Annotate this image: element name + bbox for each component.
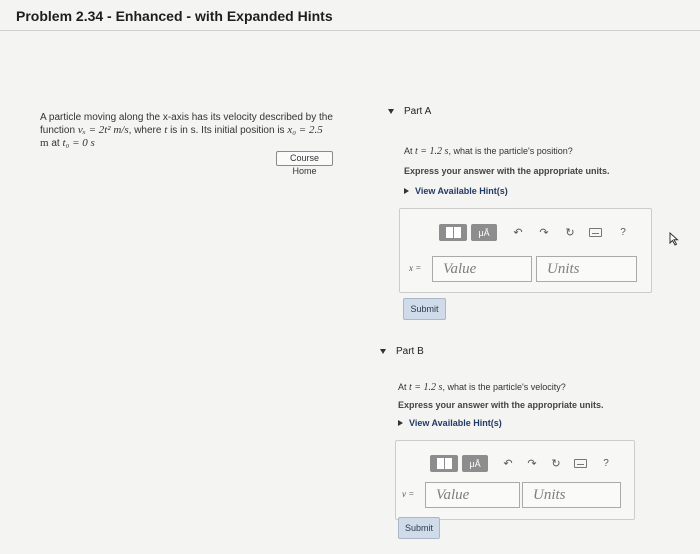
part-a-toolbar: μÅ ↶ ↷ ↻ ? <box>439 224 631 241</box>
part-a-label: Part A <box>404 106 432 117</box>
mouse-cursor-icon <box>669 232 679 246</box>
part-a-value-input[interactable] <box>432 256 532 282</box>
part-a-variable-label: x = <box>409 263 422 273</box>
reset-icon[interactable]: ↻ <box>546 457 566 470</box>
caret-down-icon <box>388 109 394 114</box>
part-a-header[interactable]: Part A <box>388 106 431 117</box>
units-button[interactable]: μÅ <box>462 455 488 472</box>
part-a-express: Express your answer with the appropriate… <box>404 166 610 176</box>
problem-line-3: m at t₀ = 0 s <box>40 137 95 149</box>
part-b-toolbar: μÅ ↶ ↷ ↻ ? <box>430 455 614 472</box>
units-button[interactable]: μÅ <box>471 224 497 241</box>
redo-icon[interactable]: ↷ <box>533 226 555 239</box>
title-divider <box>0 30 700 31</box>
redo-icon[interactable]: ↷ <box>522 457 542 470</box>
caret-right-icon <box>404 188 409 194</box>
problem-statement: A particle moving along the x-axis has i… <box>40 111 340 150</box>
initial-position: x₀ = 2.5 <box>287 124 323 136</box>
part-b-variable-label: v = <box>402 489 415 499</box>
part-b-header[interactable]: Part B <box>380 346 424 357</box>
templates-icon[interactable] <box>439 224 467 241</box>
part-b-units-input[interactable] <box>522 482 621 508</box>
caret-right-icon <box>398 420 403 426</box>
undo-icon[interactable]: ↶ <box>507 226 529 239</box>
course-home-button[interactable]: Course Home <box>276 151 333 176</box>
part-b-hints-toggle[interactable]: View Available Hint(s) <box>398 418 502 428</box>
keyboard-icon[interactable] <box>585 228 605 237</box>
problem-line-1: A particle moving along the x-axis has i… <box>40 112 333 123</box>
part-b-express: Express your answer with the appropriate… <box>398 400 604 410</box>
initial-time: t₀ = 0 s <box>62 137 95 149</box>
velocity-formula: vₓ = 2t² m/s <box>77 124 129 136</box>
part-a-hints-toggle[interactable]: View Available Hint(s) <box>404 186 508 196</box>
help-icon[interactable]: ? <box>598 458 614 469</box>
problem-line-2: function vₓ = 2t² m/s, where t is in s. … <box>40 124 323 136</box>
page-title: Problem 2.34 - Enhanced - with Expanded … <box>16 8 333 24</box>
reset-icon[interactable]: ↻ <box>559 226 581 239</box>
caret-down-icon <box>380 349 386 354</box>
part-a-units-input[interactable] <box>536 256 637 282</box>
part-b-answer-box <box>395 440 635 520</box>
part-b-value-input[interactable] <box>425 482 520 508</box>
part-a-question: At t = 1.2 s, what is the particle's pos… <box>404 146 573 157</box>
part-b-label: Part B <box>396 346 424 357</box>
part-b-submit-button[interactable]: Submit <box>398 517 440 539</box>
templates-icon[interactable] <box>430 455 458 472</box>
part-b-question: At t = 1.2 s, what is the particle's vel… <box>398 382 566 393</box>
help-icon[interactable]: ? <box>615 227 631 238</box>
keyboard-icon[interactable] <box>570 459 590 468</box>
undo-icon[interactable]: ↶ <box>498 457 518 470</box>
part-a-submit-button[interactable]: Submit <box>403 298 446 320</box>
